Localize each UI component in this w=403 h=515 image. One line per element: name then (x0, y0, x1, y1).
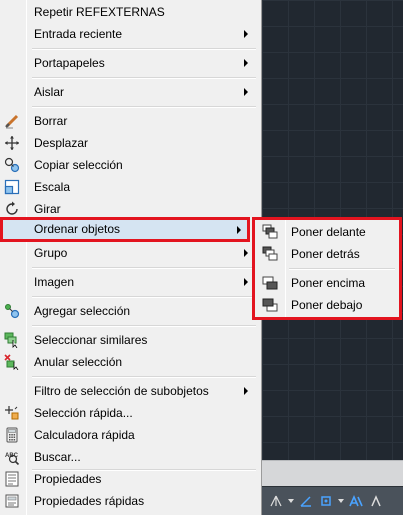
menu-item-scale[interactable]: Escala (0, 176, 258, 198)
bring-above-icon (262, 275, 278, 291)
menu-item-label: Girar (34, 202, 61, 216)
send-under-icon (262, 297, 278, 313)
menu-item-clipboard[interactable]: Portapapeles (0, 52, 258, 74)
menu-item-find[interactable]: ABC Buscar... (0, 446, 258, 468)
quick-select-icon (4, 405, 20, 421)
rotate-icon (4, 201, 20, 217)
menu-item-label: Copiar selección (34, 158, 123, 172)
submenu-item-label: Poner debajo (291, 298, 363, 312)
menu-item-move[interactable]: Desplazar (0, 132, 258, 154)
menu-separator (32, 77, 256, 79)
menu-separator (32, 106, 256, 108)
annotation-visibility-icon[interactable] (368, 493, 384, 509)
find-icon: ABC (4, 449, 20, 465)
copy-selection-icon (4, 157, 20, 173)
deselect-all-icon (4, 354, 20, 370)
scale-icon (4, 179, 20, 195)
menu-item-group[interactable]: Grupo (0, 242, 258, 264)
menu-item-label: Grupo (34, 246, 68, 260)
menu-item-label: Seleccionar similares (34, 333, 148, 347)
submenu-item-label: Poner detrás (291, 247, 360, 261)
menu-item-draw-order[interactable]: Ordenar objetos (0, 220, 247, 239)
menu-item-quick-select[interactable]: Selección rápida... (0, 402, 258, 424)
select-similar-icon (4, 332, 20, 348)
menu-item-quick-calc[interactable]: Calculadora rápida (0, 424, 258, 446)
menu-item-label: Selección rápida... (34, 406, 133, 420)
menu-item-properties[interactable]: Propiedades (0, 468, 258, 490)
menu-item-erase[interactable]: Borrar (0, 110, 258, 132)
menu-item-rotate[interactable]: Girar (0, 198, 258, 220)
submenu-item-bring-to-front[interactable]: Poner delante (255, 221, 399, 243)
menu-item-label: Ordenar objetos (34, 222, 121, 236)
eraser-icon (4, 113, 20, 129)
menu-item-label: Filtro de selección de subobjetos (34, 384, 209, 398)
menu-separator (32, 296, 256, 298)
chevron-down-icon[interactable] (288, 499, 294, 503)
add-selected-icon (4, 303, 20, 319)
bring-to-front-icon (262, 224, 278, 240)
submenu-item-label: Poner encima (291, 276, 366, 290)
menu-item-add-selected[interactable]: Agregar selección (0, 300, 258, 322)
quick-properties-icon (4, 493, 20, 509)
bottom-toolbar (262, 486, 403, 515)
menu-item-label: Repetir REFEXTERNAS (34, 5, 165, 19)
ortho-icon[interactable] (268, 493, 284, 509)
menu-item-recent-input[interactable]: Entrada reciente (0, 23, 258, 45)
menu-item-isolate[interactable]: Aislar (0, 81, 258, 103)
menu-item-label: Calculadora rápida (34, 428, 135, 442)
menu-item-copy-selection[interactable]: Copiar selección (0, 154, 258, 176)
menu-item-label: Anular selección (34, 355, 123, 369)
chevron-down-icon[interactable] (338, 499, 344, 503)
submenu-item-bring-above[interactable]: Poner encima (255, 272, 399, 294)
menu-item-label: Portapapeles (34, 56, 105, 70)
submenu-arrow-icon (237, 226, 241, 234)
submenu-item-send-to-back[interactable]: Poner detrás (255, 243, 399, 265)
menu-item-label: Desplazar (34, 136, 89, 150)
submenu-arrow-icon (244, 30, 248, 38)
move-icon (4, 135, 20, 151)
menu-separator (32, 48, 256, 50)
menu-item-label: Agregar selección (34, 304, 131, 318)
submenu-item-send-under[interactable]: Poner debajo (255, 294, 399, 316)
menu-item-quick-properties[interactable]: Propiedades rápidas (0, 490, 258, 512)
submenu-item-label: Poner delante (291, 225, 366, 239)
menu-item-image[interactable]: Imagen (0, 271, 258, 293)
menu-item-label: Escala (34, 180, 71, 194)
menu-item-deselect-all[interactable]: Anular selección (0, 351, 258, 373)
menu-item-label: Buscar... (34, 450, 81, 464)
submenu-arrow-icon (244, 387, 248, 395)
context-menu: Repetir REFEXTERNAS Entrada reciente Por… (0, 0, 262, 515)
menu-item-label: Aislar (34, 85, 65, 99)
menu-item-subobject-filter[interactable]: Filtro de selección de subobjetos (0, 380, 258, 402)
draw-order-submenu: Poner delante Poner detrás Poner encima … (252, 217, 402, 320)
calculator-icon (4, 427, 20, 443)
properties-icon (4, 471, 20, 487)
send-to-back-icon (262, 246, 278, 262)
menu-separator (289, 268, 395, 270)
osnap-icon[interactable] (318, 493, 334, 509)
menu-item-select-similar[interactable]: Seleccionar similares (0, 329, 258, 351)
menu-item-label: Propiedades (34, 472, 102, 486)
menu-separator (32, 267, 256, 269)
menu-separator (32, 325, 256, 327)
annotation-scale-icon[interactable] (348, 493, 364, 509)
polar-icon[interactable] (298, 493, 314, 509)
menu-item-label: Entrada reciente (34, 27, 123, 41)
submenu-arrow-icon (244, 249, 248, 257)
submenu-arrow-icon (244, 59, 248, 67)
submenu-arrow-icon (244, 88, 248, 96)
menu-item-label: Borrar (34, 114, 68, 128)
status-bar (262, 460, 403, 486)
menu-item-label: Imagen (34, 275, 75, 289)
menu-item-label: Propiedades rápidas (34, 494, 145, 508)
submenu-arrow-icon (244, 278, 248, 286)
menu-separator (32, 376, 256, 378)
menu-item-repeat-xref[interactable]: Repetir REFEXTERNAS (0, 1, 258, 23)
